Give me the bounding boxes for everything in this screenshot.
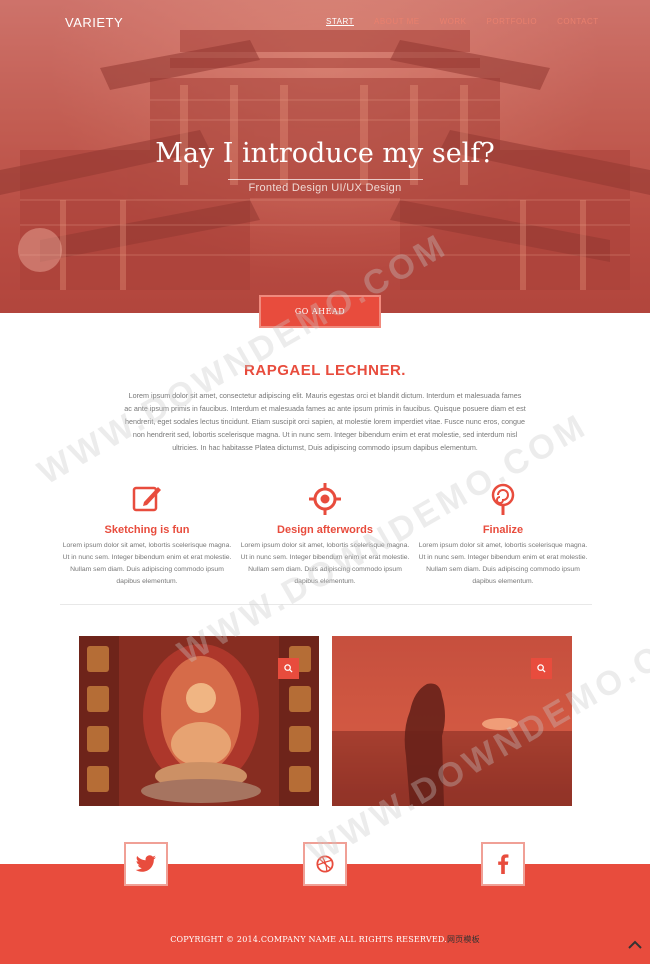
twitter-button[interactable] (124, 842, 168, 886)
dribbble-icon (316, 855, 334, 873)
zoom-button[interactable] (278, 658, 299, 679)
zoom-button[interactable] (531, 658, 552, 679)
hero-title: May I introduce my self? (155, 138, 495, 169)
feature-title: Sketching is fun (104, 524, 190, 536)
nav-item-work[interactable]: WORK (440, 17, 467, 26)
nav-item-start[interactable]: START (326, 17, 354, 26)
gallery-image-sunset[interactable] (332, 636, 572, 806)
twitter-icon (135, 855, 156, 872)
copyright-text: COPYRIGHT © 2014.COMPANY NAME ALL RIGHTS… (0, 934, 650, 945)
feature-title: Design afterwords (277, 524, 373, 536)
nav-item-portfolio[interactable]: PORTFOLIO (487, 17, 538, 26)
feature-title: Finalize (482, 524, 524, 536)
hero-subtitle: Fronted Design UI/UX Design (248, 182, 402, 194)
nav-item-contact[interactable]: CONTACT (557, 17, 599, 26)
facebook-icon (498, 854, 509, 874)
section-divider (60, 604, 592, 605)
lollipop-icon (491, 483, 515, 515)
feature-text: Lorem ipsum dolor sit amet, lobortis sce… (240, 542, 410, 585)
feature-finalize: Finalize Lorem ipsum dolor sit amet, lob… (417, 482, 589, 588)
feature-text: Lorem ipsum dolor sit amet, lobortis sce… (62, 542, 232, 585)
about-name: RAPGAEL LECHNER. (244, 362, 406, 379)
target-icon (309, 483, 341, 515)
brand-logo[interactable]: VARIETY (65, 15, 123, 30)
edit-icon (132, 486, 161, 512)
copyright-link[interactable]: 网页模板 (447, 935, 480, 944)
go-ahead-button[interactable]: GO AHEAD (259, 295, 381, 328)
search-icon (284, 664, 293, 673)
copyright-label: COPYRIGHT © 2014.COMPANY NAME ALL RIGHTS… (170, 935, 447, 944)
search-icon (537, 664, 546, 673)
feature-text: Lorem ipsum dolor sit amet, lobortis sce… (418, 542, 588, 585)
about-text: Lorem ipsum dolor sit amet, consectetur … (124, 391, 526, 452)
facebook-button[interactable] (481, 842, 525, 886)
gallery-image-buddha[interactable] (79, 636, 319, 806)
back-to-top-icon[interactable] (628, 940, 642, 950)
dribbble-button[interactable] (303, 842, 347, 886)
main-nav: START ABOUT ME WORK PORTFOLIO CONTACT (326, 17, 599, 26)
nav-item-about-me[interactable]: ABOUT ME (374, 17, 420, 26)
hero-divider (228, 179, 423, 180)
feature-sketching: Sketching is fun Lorem ipsum dolor sit a… (61, 482, 233, 588)
feature-design: Design afterwords Lorem ipsum dolor sit … (239, 482, 411, 588)
